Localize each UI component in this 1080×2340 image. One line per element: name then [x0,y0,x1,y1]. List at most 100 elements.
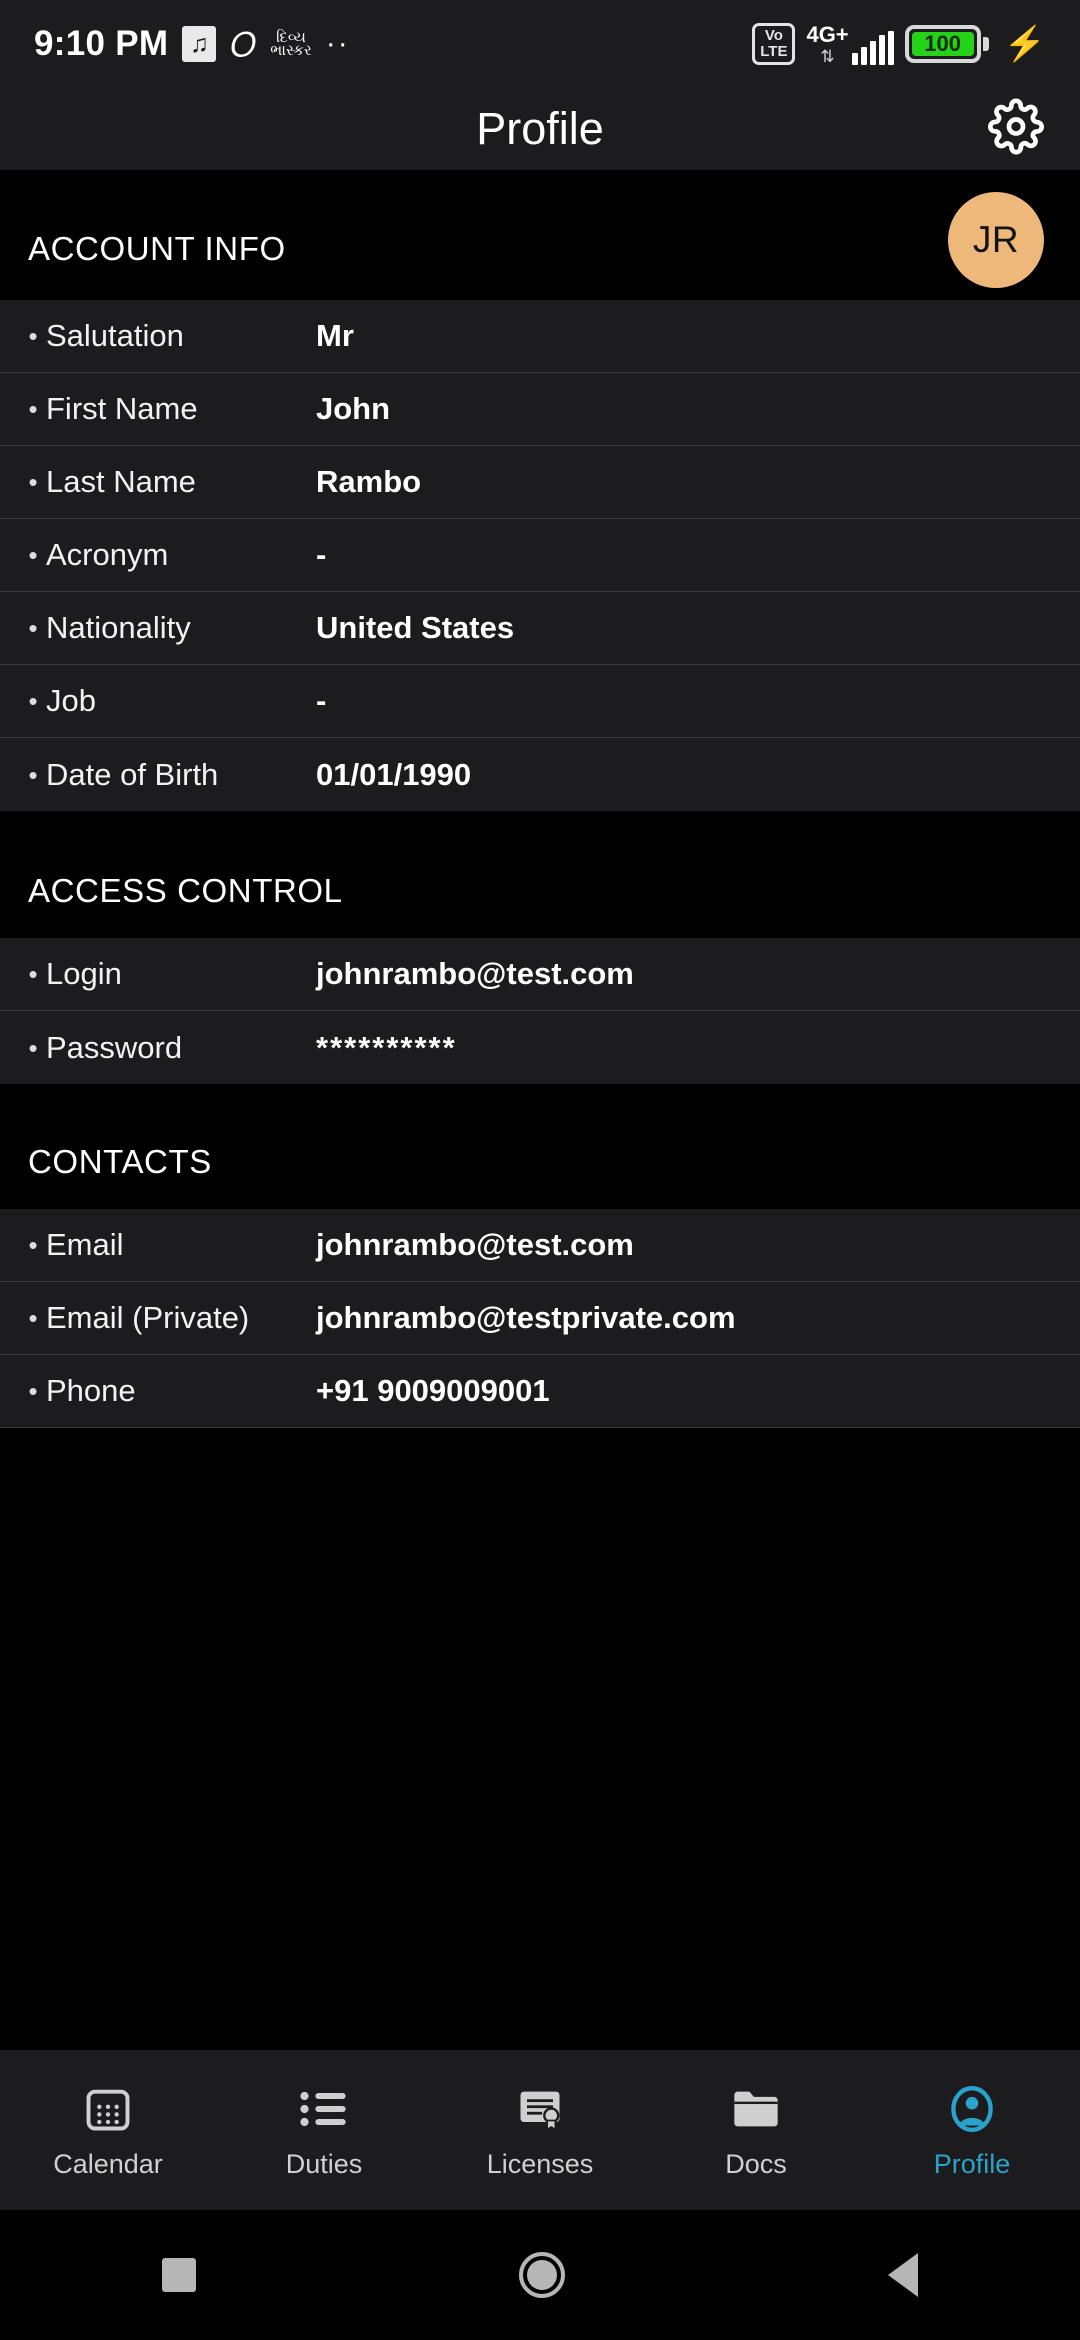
tab-profile[interactable]: Profile [864,2081,1080,2180]
section-header-access-control: ACCESS CONTROL [0,811,1080,938]
table-row[interactable]: • Job - [0,665,1080,738]
more-notifications-icon: ·· [325,27,350,60]
rows-access-control: • Login johnrambo@test.com • Password **… [0,938,1080,1084]
table-row[interactable]: • Last Name Rambo [0,446,1080,519]
table-row[interactable]: • Salutation Mr [0,300,1080,373]
table-row[interactable]: • Acronym - [0,519,1080,592]
gujarati-app-icon: દિવ્ય ભાસ્કર [270,30,312,59]
volte-top-label: Vo [764,27,783,44]
section-header-account-info: ACCOUNT INFO JR [0,170,1080,300]
table-row[interactable]: • Email johnrambo@test.com [0,1209,1080,1282]
table-row[interactable]: • Phone +91 9009009001 [0,1355,1080,1428]
row-value: Mr [316,318,354,353]
gear-icon[interactable] [988,98,1044,160]
charging-bolt-icon: ⚡ [1003,25,1046,63]
bullet-icon: • [28,1032,38,1063]
bullet-icon: • [28,467,38,497]
battery-level-label: 100 [911,31,974,56]
row-value: John [316,391,391,426]
row-label: Nationality [46,610,191,645]
row-label: Email (Private) [46,1300,250,1335]
table-row[interactable]: • Password ********** [0,1011,1080,1084]
row-label: First Name [46,391,198,426]
status-bar-right: Vo LTE 4G+ ⇅ 100 ⚡ [752,23,1046,65]
bottom-tab-bar: Calendar Duties Licenses Docs Profile [0,2050,1080,2210]
music-note-icon: ♫ [182,26,217,62]
circle-icon[interactable] [518,2252,565,2298]
table-row[interactable]: • Email (Private) johnrambo@testprivate.… [0,1282,1080,1355]
page-title: Profile [476,103,604,154]
triangle-back-icon[interactable] [888,2253,919,2297]
tab-label: Duties [285,2148,363,2179]
app-bar: Profile [0,88,1080,170]
battery-icon: 100 [904,25,989,63]
row-value: johnrambo@test.com [316,956,634,991]
m-app-icon: 𝑂 [230,25,257,63]
row-label: Date of Birth [46,756,219,792]
status-bar: 9:10 PM ♫ 𝑂 દિવ્ય ભાસ્કર ·· Vo LTE 4G+ ⇅ [0,0,1080,88]
tab-label: Docs [725,2148,787,2179]
status-time: 9:10 PM [34,24,169,63]
row-value: - [316,683,327,718]
table-row[interactable]: • Date of Birth 01/01/1990 [0,738,1080,811]
tab-licenses[interactable]: Licenses [432,2081,648,2180]
list-icon [298,2081,350,2137]
tab-duties[interactable]: Duties [216,2081,432,2180]
gujarati-line-2: ભાસ્કર [270,42,312,59]
network-type-label: 4G+ [806,21,849,47]
row-label: Login [46,956,122,991]
row-label: Phone [46,1373,136,1408]
table-row[interactable]: • First Name John [0,373,1080,446]
row-label: Salutation [46,318,184,353]
person-circle-icon [946,2081,998,2137]
folder-icon [730,2081,782,2137]
signal-bars-icon [851,30,894,65]
row-value: Rambo [316,464,422,499]
row-value: ********** [316,1029,457,1065]
section-title: ACCESS CONTROL [28,872,343,909]
square-icon[interactable] [161,2258,196,2292]
status-bar-left: 9:10 PM ♫ 𝑂 દિવ્ય ભાસ્કર ·· [34,24,350,64]
section-title: ACCOUNT INFO [28,230,286,267]
row-label: Password [46,1029,183,1065]
bullet-icon: • [28,686,38,716]
tab-label: Licenses [486,2148,594,2179]
android-nav-bar [0,2210,1080,2340]
bullet-icon: • [28,1303,38,1333]
table-row[interactable]: • Login johnrambo@test.com [0,938,1080,1011]
tab-label: Profile [933,2148,1011,2179]
row-label: Acronym [46,537,169,572]
network-indicator: 4G+ ⇅ [806,21,894,66]
bullet-icon: • [28,959,38,989]
rows-contacts: • Email johnrambo@test.com • Email (Priv… [0,1209,1080,1428]
bullet-icon: • [28,759,38,790]
row-value: johnrambo@test.com [316,1227,634,1262]
section-title: CONTACTS [28,1143,212,1180]
row-value: johnrambo@testprivate.com [316,1300,736,1335]
volte-icon: Vo LTE [752,23,796,65]
calendar-icon [82,2081,134,2137]
bullet-icon: • [28,1230,38,1260]
bullet-icon: • [28,321,38,351]
volte-bottom-label: LTE [760,43,788,60]
bullet-icon: • [28,394,38,424]
row-value: United States [316,610,515,645]
row-value: +91 9009009001 [316,1373,550,1408]
battery-body: 100 [904,25,981,63]
row-label: Job [46,683,96,718]
bullet-icon: • [28,1376,38,1406]
row-label: Last Name [46,464,196,499]
tab-calendar[interactable]: Calendar [0,2081,216,2180]
avatar[interactable]: JR [948,192,1044,288]
table-row[interactable]: • Nationality United States [0,592,1080,665]
section-header-contacts: CONTACTS [0,1084,1080,1209]
bullet-icon: • [28,540,38,570]
profile-scroll-area[interactable]: ACCOUNT INFO JR • Salutation Mr • First … [0,170,1080,2050]
row-value: - [316,537,327,572]
certificate-icon [514,2081,566,2137]
tab-label: Calendar [53,2148,163,2179]
tab-docs[interactable]: Docs [648,2081,864,2180]
battery-tip [982,37,989,51]
row-label: Email [46,1227,124,1262]
data-transfer-icon: ⇅ [820,46,835,66]
